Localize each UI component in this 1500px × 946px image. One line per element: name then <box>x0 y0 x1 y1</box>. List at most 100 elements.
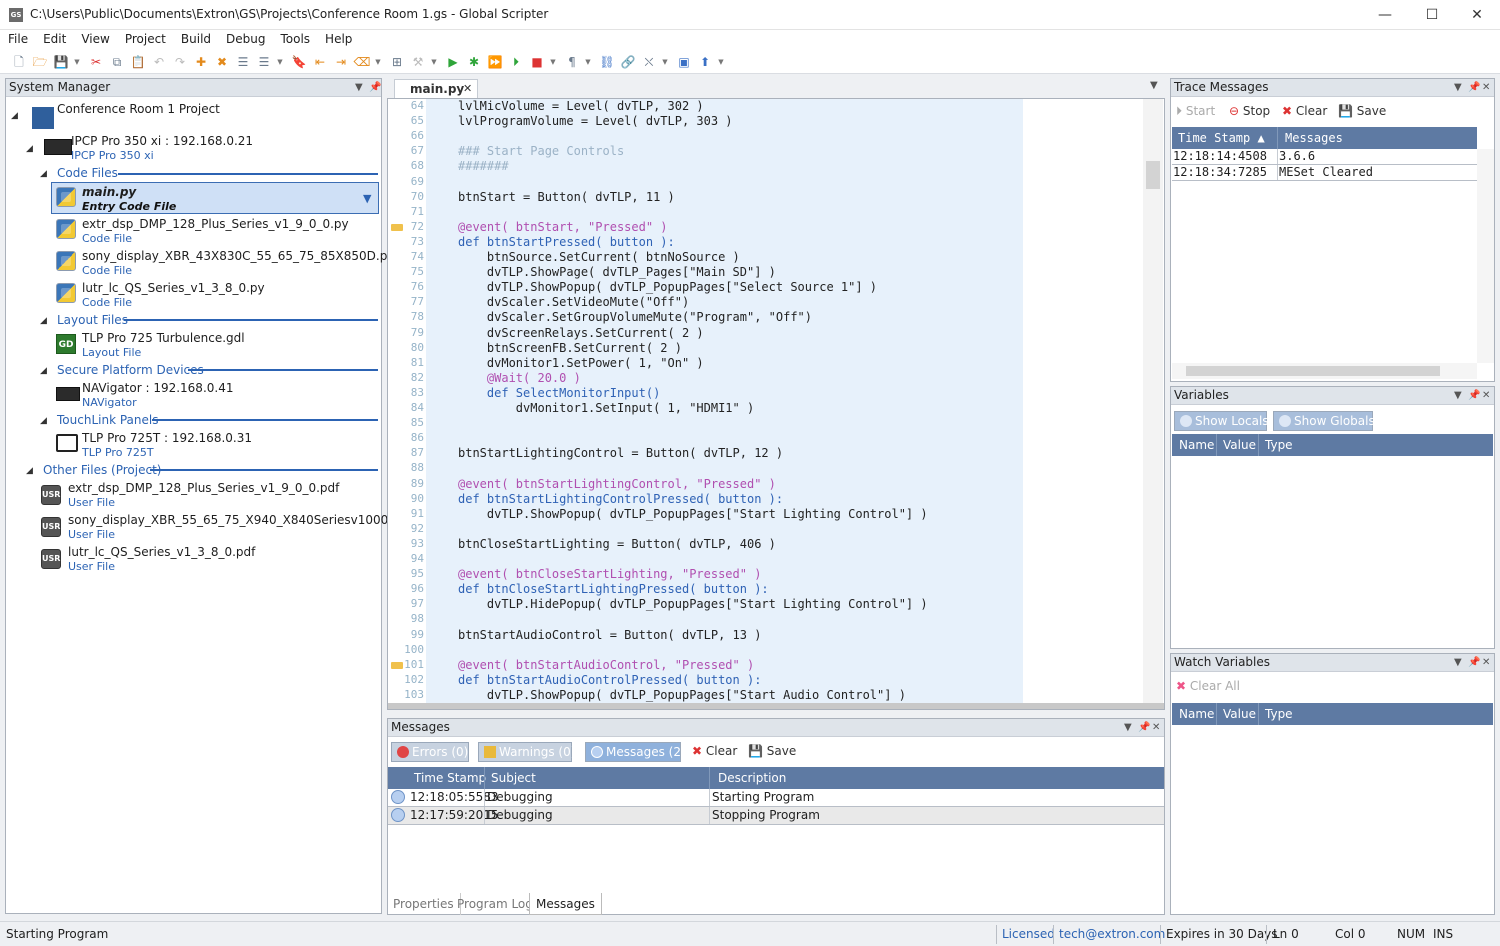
device-info-icon[interactable]: ▣ <box>675 53 693 71</box>
tab-close-icon[interactable]: ✕ <box>463 82 472 95</box>
run-all-icon[interactable]: ⏩ <box>486 53 504 71</box>
column-divider[interactable] <box>1258 434 1259 456</box>
code-line[interactable]: def btnStartLightingControlPressed( butt… <box>458 492 783 506</box>
collapse-icon[interactable]: ◢ <box>40 316 47 326</box>
device-dropdown-icon[interactable]: ▼ <box>717 53 725 71</box>
code-line[interactable]: @Wait( 20.0 ) <box>458 371 581 385</box>
scroll-thumb[interactable] <box>1186 366 1440 376</box>
row-menu-icon[interactable]: ▼ <box>363 192 371 205</box>
add-file-icon[interactable]: ✚ <box>192 53 210 71</box>
show-locals-button[interactable]: Show Locals <box>1174 411 1269 431</box>
horizontal-scrollbar[interactable] <box>388 703 1164 709</box>
menu-file[interactable]: File <box>0 30 35 46</box>
menu-build[interactable]: Build <box>173 30 218 46</box>
remove-file-icon[interactable]: ✖ <box>213 53 231 71</box>
column-divider[interactable] <box>484 767 485 789</box>
debug-icon[interactable]: ✱ <box>465 53 483 71</box>
column-header[interactable]: Value <box>1223 434 1256 456</box>
code-line[interactable]: btnSource.SetCurrent( btnNoSource ) <box>458 250 740 264</box>
panel-close-icon[interactable]: ✕ <box>1482 387 1490 404</box>
new-file-icon[interactable]: 🗋 <box>10 53 28 71</box>
code-line[interactable]: btnStart = Button( dvTLP, 11 ) <box>458 190 675 204</box>
column-divider[interactable] <box>1216 703 1217 725</box>
table-row[interactable]: 12:17:59:2015 Debugging Stopping Program <box>388 807 1164 825</box>
menu-tools[interactable]: Tools <box>272 30 317 46</box>
step-icon[interactable]: ⏵ <box>507 53 525 71</box>
code-line[interactable]: def btnStartPressed( button ): <box>458 235 675 249</box>
clear-bookmarks-icon[interactable]: ⌫ <box>353 53 371 71</box>
column-header[interactable]: Name <box>1179 703 1214 725</box>
copy-icon[interactable]: ⧉ <box>108 53 126 71</box>
code-line[interactable]: dvMonitor1.SetInput( 1, "HDMI1" ) <box>458 401 754 415</box>
pin-icon[interactable]: 📌 <box>1468 654 1480 671</box>
show-globals-button[interactable]: Show Globals <box>1273 411 1375 431</box>
code-line[interactable]: @event( btnStartLightingControl, "Presse… <box>458 477 776 491</box>
column-header[interactable]: Type <box>1265 703 1293 725</box>
tab-main-py[interactable]: main.py ✕ <box>394 79 478 99</box>
column-header[interactable]: Messages <box>1285 127 1343 149</box>
user-email[interactable]: tech@extron.com <box>1059 927 1165 941</box>
upload-icon[interactable]: ⬆ <box>696 53 714 71</box>
code-line[interactable]: dvScaler.SetGroupVolumeMute("Program", "… <box>458 310 812 324</box>
run-icon[interactable]: ▶ <box>444 53 462 71</box>
warnings-filter-button[interactable]: Warnings (0) <box>478 742 575 762</box>
panel-item[interactable]: TLP Pro 725T : 192.168.0.31 <box>82 431 252 445</box>
collapse-icon[interactable]: ◢ <box>40 416 47 426</box>
code-line[interactable]: lvlMicVolume = Level( dvTLP, 302 ) <box>458 99 704 113</box>
build-disabled-icon[interactable]: ⚒ <box>409 53 427 71</box>
secure-devices-group[interactable]: Secure Platform Devices <box>57 363 204 377</box>
panel-close-icon[interactable]: ✕ <box>1152 719 1160 736</box>
code-line[interactable]: @event( btnStart, "Pressed" ) <box>458 220 668 234</box>
collapse-icon[interactable]: ◢ <box>40 169 47 179</box>
processor-node[interactable]: IPCP Pro 350 xi : 192.168.0.21 <box>71 134 253 148</box>
code-line[interactable]: dvTLP.ShowPopup( dvTLP_PopupPages["Start… <box>458 507 928 521</box>
column-divider[interactable] <box>1258 703 1259 725</box>
table-row[interactable]: 12:18:05:5583 Debugging Starting Program <box>388 789 1164 807</box>
panel-close-icon[interactable]: ✕ <box>1482 79 1490 96</box>
user-file-item[interactable]: sony_display_XBR_55_65_75_X940_X840Serie… <box>68 513 412 527</box>
show-whitespace-icon[interactable]: ¶ <box>563 53 581 71</box>
table-row[interactable]: 12:18:14:4508 3.6.6 <box>1172 149 1477 165</box>
tab-overflow-icon[interactable]: ▼ <box>1150 80 1158 91</box>
save-messages-button[interactable]: 💾 Save <box>748 744 796 758</box>
user-file-item[interactable]: lutr_lc_QS_Series_v1_3_8_0.pdf <box>68 545 255 559</box>
code-line[interactable]: btnCloseStartLighting = Button( dvTLP, 4… <box>458 537 776 551</box>
layout-file-item[interactable]: TLP Pro 725 Turbulence.gdl <box>82 331 245 345</box>
code-file-item[interactable]: lutr_lc_QS_Series_v1_3_8_0.py <box>82 281 265 295</box>
column-header[interactable]: Type <box>1265 434 1293 456</box>
panel-menu-icon[interactable]: ▼ <box>355 79 363 96</box>
vertical-scrollbar[interactable] <box>1143 99 1163 703</box>
code-line[interactable]: ### Start Page Controls <box>458 144 624 158</box>
connect-dropdown-icon[interactable]: ▼ <box>661 53 669 71</box>
panel-menu-icon[interactable]: ▼ <box>1454 654 1462 671</box>
pin-icon[interactable]: 📌 <box>1138 719 1150 736</box>
next-bookmark-icon[interactable]: ⇥ <box>332 53 350 71</box>
cut-icon[interactable]: ✂ <box>87 53 105 71</box>
undo-icon[interactable]: ↶ <box>150 53 168 71</box>
menu-project[interactable]: Project <box>117 30 173 46</box>
code-line[interactable]: lvlProgramVolume = Level( dvTLP, 303 ) <box>458 114 733 128</box>
maximize-button[interactable]: ☐ <box>1409 0 1455 30</box>
indent-icon[interactable]: ☰ <box>234 53 252 71</box>
save-icon[interactable]: 💾 <box>52 53 70 71</box>
pin-icon[interactable]: 📌 <box>1468 79 1480 96</box>
panel-menu-icon[interactable]: ▼ <box>1124 719 1132 736</box>
code-line[interactable]: dvTLP.ShowPopup( dvTLP_PopupPages["Start… <box>458 688 906 702</box>
column-header[interactable]: Time Stamp ▲ <box>1178 127 1265 149</box>
minimize-button[interactable]: — <box>1362 0 1408 30</box>
clear-all-button[interactable]: ✖ Clear All <box>1176 679 1240 693</box>
network-icon[interactable]: ⛓ <box>598 53 616 71</box>
code-line[interactable]: def SelectMonitorInput() <box>458 386 660 400</box>
code-line[interactable]: dvMonitor1.SetPower( 1, "On" ) <box>458 356 704 370</box>
collapse-icon[interactable]: ◢ <box>26 144 33 154</box>
clear-messages-button[interactable]: ✖ Clear <box>692 744 737 758</box>
scroll-thumb[interactable] <box>1146 161 1160 189</box>
code-file-item[interactable]: sony_display_XBR_43X830C_55_65_75_85X850… <box>82 249 394 263</box>
disconnect-icon[interactable]: ⛌ <box>640 53 658 71</box>
device-item[interactable]: NAVigator : 192.168.0.41 <box>82 381 233 395</box>
table-row[interactable]: 12:18:34:7285 MESet Cleared <box>1172 165 1477 181</box>
code-line[interactable]: def btnStartAudioControlPressed( button … <box>458 673 761 687</box>
code-editor[interactable]: 64 lvlMicVolume = Level( dvTLP, 302 ) 65 lv… <box>387 98 1165 710</box>
code-line[interactable]: dvTLP.ShowPage( dvTLP_Pages["Main SD"] ) <box>458 265 776 279</box>
pin-icon[interactable]: 📌 <box>369 79 381 96</box>
